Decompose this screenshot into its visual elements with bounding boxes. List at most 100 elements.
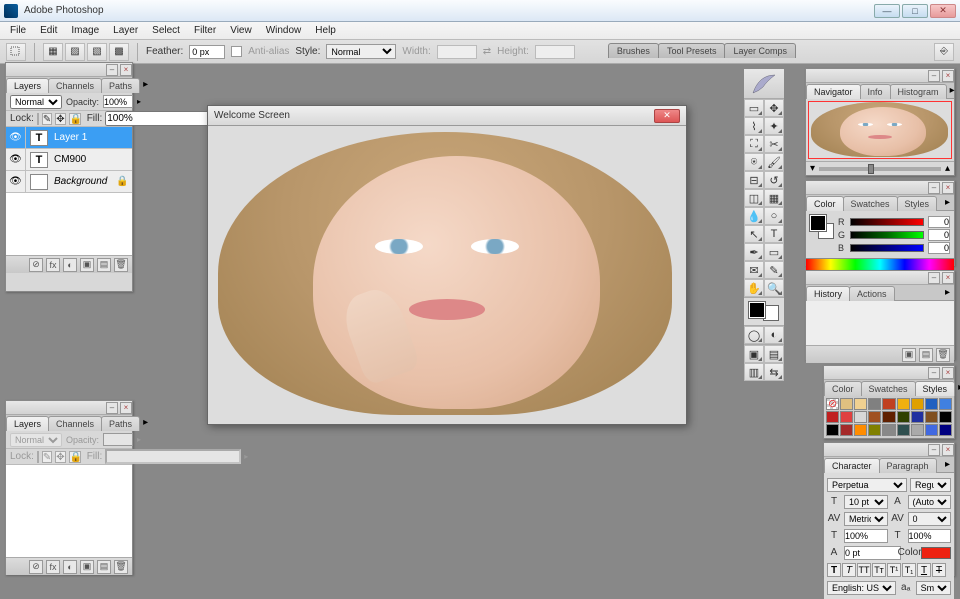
visibility-toggle[interactable]: 👁 bbox=[6, 171, 26, 192]
stamp-tool[interactable]: ⊟ bbox=[744, 171, 764, 189]
menu-view[interactable]: View bbox=[224, 23, 258, 38]
style-swatch[interactable] bbox=[882, 411, 895, 423]
style-swatch[interactable] bbox=[939, 398, 952, 410]
panel-menu-button[interactable]: ▸ bbox=[139, 77, 152, 92]
style-swatch[interactable] bbox=[897, 424, 910, 436]
screen-mode-1[interactable]: ▣ bbox=[744, 345, 764, 363]
tab-brushes[interactable]: Brushes bbox=[608, 43, 659, 58]
tracking-select[interactable]: 0 bbox=[908, 512, 952, 526]
minimize-button[interactable]: ― bbox=[874, 4, 900, 18]
style-swatch[interactable]: ⊘ bbox=[826, 398, 839, 410]
tab-color[interactable]: Color bbox=[806, 196, 844, 211]
layer-style-button[interactable]: fx bbox=[46, 258, 60, 272]
style-swatch[interactable] bbox=[826, 411, 839, 423]
visibility-toggle[interactable]: 👁 bbox=[6, 127, 26, 148]
panel-close-button[interactable]: × bbox=[120, 402, 132, 414]
quickmask-mode-button[interactable]: ◐ bbox=[764, 326, 784, 344]
brush-tool[interactable]: 🖌 bbox=[764, 153, 784, 171]
antialias-checkbox[interactable] bbox=[231, 46, 242, 57]
smallcaps-button[interactable]: Tᴛ bbox=[872, 563, 886, 577]
hand-tool[interactable]: ✋ bbox=[744, 279, 764, 297]
vscale-input[interactable] bbox=[844, 529, 888, 543]
panel-minimize-button[interactable]: – bbox=[928, 182, 940, 194]
crop-tool[interactable]: ⛶ bbox=[744, 135, 764, 153]
tab-layer-comps[interactable]: Layer Comps bbox=[724, 43, 796, 58]
tab-character[interactable]: Character bbox=[824, 458, 880, 473]
style-swatch[interactable] bbox=[854, 411, 867, 423]
panel-close-button[interactable]: × bbox=[942, 70, 954, 82]
lock-pixels-button[interactable]: ✎ bbox=[42, 113, 52, 125]
style-swatch[interactable] bbox=[840, 398, 853, 410]
new-group-button[interactable]: ▣ bbox=[80, 258, 94, 272]
style-swatch[interactable] bbox=[882, 424, 895, 436]
tab-layers[interactable]: Layers bbox=[6, 78, 49, 93]
tab-paths[interactable]: Paths bbox=[101, 416, 140, 431]
style-swatch[interactable] bbox=[925, 398, 938, 410]
shape-tool[interactable]: ▭ bbox=[764, 243, 784, 261]
style-swatch[interactable] bbox=[911, 411, 924, 423]
allcaps-button[interactable]: TT bbox=[857, 563, 871, 577]
panel-minimize-button[interactable]: – bbox=[928, 367, 940, 379]
tab-info[interactable]: Info bbox=[860, 84, 891, 99]
style-swatch[interactable] bbox=[939, 411, 952, 423]
menu-help[interactable]: Help bbox=[309, 23, 342, 38]
color-swatch-pair[interactable] bbox=[810, 215, 834, 239]
style-swatch[interactable] bbox=[897, 398, 910, 410]
blend-mode-select[interactable]: Normal bbox=[10, 95, 62, 109]
style-swatch[interactable] bbox=[897, 411, 910, 423]
style-swatch[interactable] bbox=[854, 398, 867, 410]
lock-position-button[interactable]: ✥ bbox=[55, 113, 65, 125]
menu-filter[interactable]: Filter bbox=[188, 23, 222, 38]
tab-channels[interactable]: Channels bbox=[48, 78, 102, 93]
feather-input[interactable] bbox=[189, 45, 225, 59]
tab-layers[interactable]: Layers bbox=[6, 416, 49, 431]
style-swatch[interactable] bbox=[826, 424, 839, 436]
eyedropper-tool[interactable]: ✎ bbox=[764, 261, 784, 279]
delete-state-button[interactable]: 🗑 bbox=[936, 348, 950, 362]
blur-tool[interactable]: 💧 bbox=[744, 207, 764, 225]
menu-edit[interactable]: Edit bbox=[34, 23, 63, 38]
style-swatch[interactable] bbox=[868, 411, 881, 423]
layer-name[interactable]: CM900 bbox=[52, 154, 132, 165]
opacity-input[interactable] bbox=[103, 95, 133, 108]
marquee-tool[interactable]: ▭ bbox=[744, 99, 764, 117]
welcome-close-button[interactable]: ✕ bbox=[654, 109, 680, 123]
palette-well-button[interactable]: ⎆ bbox=[934, 43, 954, 61]
navigator-preview[interactable] bbox=[806, 99, 954, 161]
tab-channels[interactable]: Channels bbox=[48, 416, 102, 431]
path-select-tool[interactable]: ↖ bbox=[744, 225, 764, 243]
menu-window[interactable]: Window bbox=[260, 23, 308, 38]
close-button[interactable]: ✕ bbox=[930, 4, 956, 18]
font-family-select[interactable]: Perpetua bbox=[827, 478, 907, 492]
kerning-select[interactable]: Metrics bbox=[844, 512, 888, 526]
font-size-select[interactable]: 10 pt bbox=[844, 495, 888, 509]
visibility-toggle[interactable]: 👁 bbox=[6, 149, 26, 170]
antialias-select[interactable]: Smooth bbox=[916, 581, 951, 595]
panel-close-button[interactable]: × bbox=[942, 272, 954, 284]
hscale-input[interactable] bbox=[908, 529, 952, 543]
style-swatch[interactable] bbox=[939, 424, 952, 436]
tab-history[interactable]: History bbox=[806, 286, 850, 301]
new-layer-button[interactable]: ▤ bbox=[97, 560, 111, 574]
tab-swatches[interactable]: Swatches bbox=[843, 196, 898, 211]
welcome-titlebar[interactable]: Welcome Screen ✕ bbox=[208, 106, 686, 126]
menu-file[interactable]: File bbox=[4, 23, 32, 38]
panel-close-button[interactable]: × bbox=[942, 367, 954, 379]
leading-select[interactable]: (Auto) bbox=[908, 495, 952, 509]
panel-menu-button[interactable]: ▸ bbox=[941, 285, 954, 300]
baseline-input[interactable] bbox=[844, 546, 901, 560]
zoom-tool[interactable]: 🔍 bbox=[764, 279, 784, 297]
layer-mask-button[interactable]: ◐ bbox=[63, 560, 77, 574]
tab-swatches[interactable]: Swatches bbox=[861, 381, 916, 396]
history-brush-tool[interactable]: ↺ bbox=[764, 171, 784, 189]
panel-menu-button[interactable]: ▸ bbox=[139, 415, 152, 430]
eraser-tool[interactable]: ◫ bbox=[744, 189, 764, 207]
zoom-out-button[interactable]: ▾ bbox=[810, 163, 815, 174]
lasso-tool[interactable]: ⌇ bbox=[744, 117, 764, 135]
style-swatch[interactable] bbox=[911, 424, 924, 436]
jump-to-button[interactable]: ⇆ bbox=[764, 363, 784, 381]
document-canvas[interactable] bbox=[208, 126, 686, 424]
new-selection-button[interactable]: ▦ bbox=[43, 43, 63, 61]
link-layers-button[interactable]: ⊘ bbox=[29, 560, 43, 574]
style-swatch[interactable] bbox=[868, 424, 881, 436]
